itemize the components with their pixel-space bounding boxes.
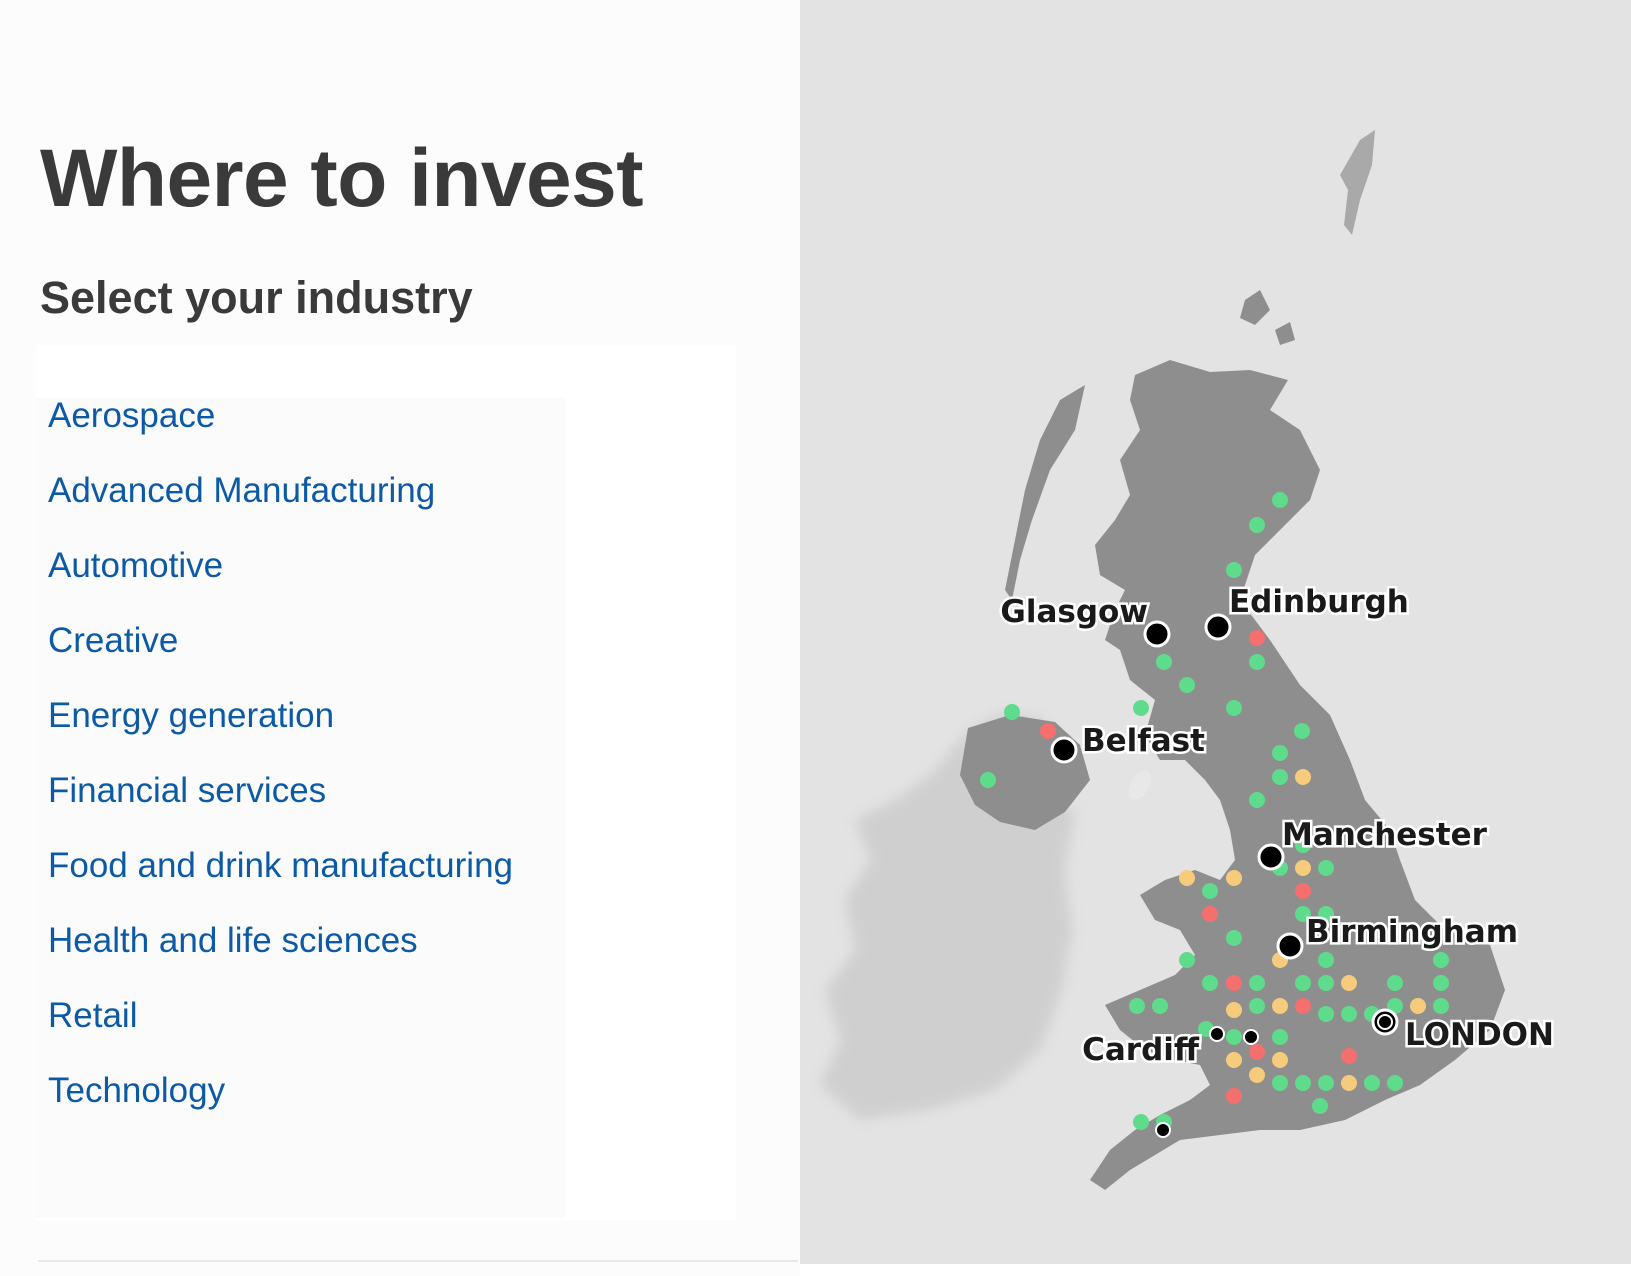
investment-red-dot[interactable] — [1295, 883, 1311, 899]
industry-link-technology[interactable]: Technology — [48, 1061, 225, 1121]
investment-green-dot[interactable] — [1272, 1029, 1288, 1045]
city-label-belfast: Belfast — [1082, 723, 1205, 759]
investment-amber-dot[interactable] — [1410, 998, 1426, 1014]
town-dot-icon[interactable] — [1209, 1026, 1225, 1042]
investment-green-dot[interactable] — [1202, 975, 1218, 991]
investment-red-dot[interactable] — [1040, 723, 1056, 739]
investment-amber-dot[interactable] — [1249, 1067, 1265, 1083]
edinburgh-marker-icon[interactable] — [1204, 613, 1232, 641]
investment-amber-dot[interactable] — [1295, 860, 1311, 876]
investment-amber-dot[interactable] — [1226, 1002, 1242, 1018]
investment-amber-dot[interactable] — [1295, 769, 1311, 785]
investment-green-dot[interactable] — [1179, 952, 1195, 968]
investment-green-dot[interactable] — [1294, 723, 1310, 739]
investment-green-dot[interactable] — [1295, 1075, 1311, 1091]
investment-amber-dot[interactable] — [1341, 1075, 1357, 1091]
city-label-london: LONDON — [1405, 1017, 1554, 1053]
investment-green-dot[interactable] — [1387, 975, 1403, 991]
investment-green-dot[interactable] — [1387, 1075, 1403, 1091]
orkney-landmass — [1240, 290, 1295, 345]
investment-green-dot[interactable] — [1152, 998, 1168, 1014]
industry-list: Aerospace Advanced Manufacturing Automot… — [36, 396, 566, 1218]
industry-link-financial-services[interactable]: Financial services — [48, 761, 326, 821]
investment-green-dot[interactable] — [1249, 975, 1265, 991]
industry-link-creative[interactable]: Creative — [48, 611, 178, 671]
shetland-landmass — [1340, 130, 1375, 235]
investment-green-dot[interactable] — [1312, 1098, 1328, 1114]
investment-green-dot[interactable] — [1318, 1006, 1334, 1022]
city-label-edinburgh: Edinburgh — [1229, 584, 1409, 620]
investment-red-dot[interactable] — [1226, 975, 1242, 991]
investment-green-dot[interactable] — [1249, 998, 1265, 1014]
industry-link-retail[interactable]: Retail — [48, 986, 137, 1046]
industry-link-automotive[interactable]: Automotive — [48, 536, 223, 596]
investment-green-dot[interactable] — [1249, 517, 1265, 533]
industry-panel: Where to invest Select your industry Aer… — [0, 0, 800, 1276]
investment-green-dot[interactable] — [1318, 860, 1334, 876]
city-label-birmingham: Birmingham — [1306, 914, 1518, 950]
uk-investment-map[interactable]: Glasgow Edinburgh Belfast Manchester Birming… — [800, 0, 1631, 1264]
city-label-glasgow: Glasgow — [1000, 594, 1148, 630]
city-label-cardiff: Cardiff — [1082, 1032, 1200, 1068]
investment-green-dot[interactable] — [1226, 1029, 1242, 1045]
investment-green-dot[interactable] — [1226, 930, 1242, 946]
investment-green-dot[interactable] — [980, 772, 996, 788]
investment-green-dot[interactable] — [1295, 975, 1311, 991]
birmingham-marker-icon[interactable] — [1276, 932, 1304, 960]
london-target-icon[interactable] — [1371, 1008, 1399, 1036]
investment-red-dot[interactable] — [1249, 1044, 1265, 1060]
industry-link-health-and-life-sciences[interactable]: Health and life sciences — [48, 911, 418, 971]
isle-of-man-landmass — [1128, 770, 1152, 800]
city-label-manchester: Manchester — [1282, 817, 1488, 853]
investment-green-dot[interactable] — [1004, 704, 1020, 720]
investment-green-dot[interactable] — [1249, 792, 1265, 808]
investment-green-dot[interactable] — [1179, 677, 1195, 693]
investment-green-dot[interactable] — [1226, 700, 1242, 716]
investment-amber-dot[interactable] — [1341, 975, 1357, 991]
investment-amber-dot[interactable] — [1226, 1052, 1242, 1068]
investment-green-dot[interactable] — [1433, 975, 1449, 991]
investment-amber-dot[interactable] — [1179, 870, 1195, 886]
investment-amber-dot[interactable] — [1272, 998, 1288, 1014]
industry-link-advanced-manufacturing[interactable]: Advanced Manufacturing — [48, 461, 435, 521]
investment-green-dot[interactable] — [1133, 700, 1149, 716]
town-dot-icon[interactable] — [1155, 1122, 1171, 1138]
investment-amber-dot[interactable] — [1272, 1052, 1288, 1068]
belfast-marker-icon[interactable] — [1050, 736, 1078, 764]
investment-green-dot[interactable] — [1318, 975, 1334, 991]
glasgow-marker-icon[interactable] — [1143, 620, 1171, 648]
investment-green-dot[interactable] — [1226, 562, 1242, 578]
investment-green-dot[interactable] — [1341, 1006, 1357, 1022]
investment-green-dot[interactable] — [1364, 1075, 1380, 1091]
investment-red-dot[interactable] — [1202, 906, 1218, 922]
investment-green-dot[interactable] — [1433, 952, 1449, 968]
investment-green-dot[interactable] — [1433, 998, 1449, 1014]
investment-green-dot[interactable] — [1249, 654, 1265, 670]
divider — [38, 1260, 798, 1262]
investment-red-dot[interactable] — [1226, 1088, 1242, 1104]
map-svg: Glasgow Edinburgh Belfast Manchester Birming… — [820, 130, 1556, 1190]
investment-green-dot[interactable] — [1318, 1075, 1334, 1091]
industry-link-aerospace[interactable]: Aerospace — [48, 386, 215, 446]
page-title: Where to invest — [40, 133, 644, 224]
investment-green-dot[interactable] — [1272, 769, 1288, 785]
investment-green-dot[interactable] — [1272, 1075, 1288, 1091]
investment-green-dot[interactable] — [1318, 952, 1334, 968]
investment-red-dot[interactable] — [1341, 1048, 1357, 1064]
page-subtitle: Select your industry — [40, 272, 473, 323]
western-isles-landmass — [1005, 385, 1085, 600]
investment-red-dot[interactable] — [1249, 630, 1265, 646]
investment-green-dot[interactable] — [1272, 492, 1288, 508]
investment-amber-dot[interactable] — [1226, 870, 1242, 886]
investment-red-dot[interactable] — [1295, 998, 1311, 1014]
manchester-marker-icon[interactable] — [1257, 843, 1285, 871]
investment-green-dot[interactable] — [1133, 1114, 1149, 1130]
industry-link-food-and-drink[interactable]: Food and drink manufacturing — [48, 836, 513, 896]
town-dot-icon[interactable] — [1243, 1029, 1259, 1045]
industry-link-energy-generation[interactable]: Energy generation — [48, 686, 334, 746]
investment-green-dot[interactable] — [1272, 745, 1288, 761]
investment-green-dot[interactable] — [1129, 998, 1145, 1014]
investment-green-dot[interactable] — [1202, 883, 1218, 899]
investment-green-dot[interactable] — [1156, 654, 1172, 670]
